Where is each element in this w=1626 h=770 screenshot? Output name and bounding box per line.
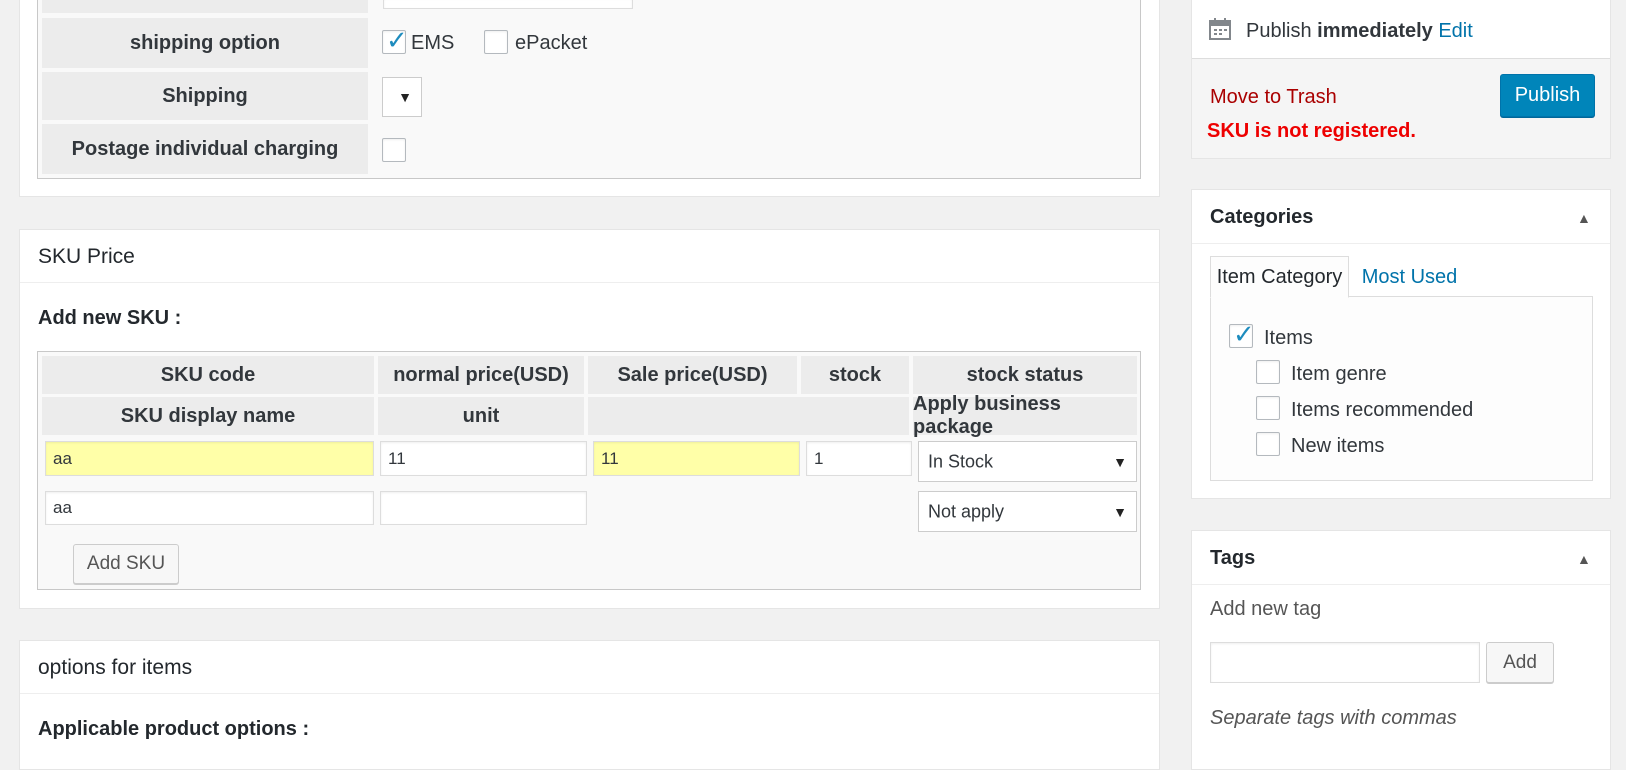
sale-price-input[interactable]: 11: [593, 441, 800, 476]
shipping-table: shipping option ✓ EMS ePacket Shipping ▼…: [37, 0, 1141, 179]
publish-status-text: Publish immediately Edit: [1246, 20, 1473, 43]
edit-publish-link[interactable]: Edit: [1438, 20, 1472, 42]
checkmark-icon: ✓: [386, 25, 408, 55]
tab-item-category[interactable]: Item Category: [1210, 256, 1349, 298]
postage-checkbox[interactable]: [382, 138, 406, 162]
chevron-down-icon: ▼: [1113, 503, 1127, 520]
collapse-arrow-icon[interactable]: ▲: [1577, 210, 1591, 226]
stock-input[interactable]: 1: [806, 441, 912, 476]
category-checkbox-items[interactable]: ✓: [1229, 319, 1255, 349]
sku-code-header: SKU code: [42, 356, 374, 394]
chevron-down-icon: ▼: [1113, 453, 1127, 470]
shipping-option-label: shipping option: [42, 18, 368, 68]
shipping-label: Shipping: [42, 72, 368, 120]
stock-status-header: stock status: [913, 356, 1137, 394]
chevron-down-icon: ▼: [398, 89, 412, 105]
ems-label: EMS: [411, 32, 455, 54]
move-to-trash-link[interactable]: Move to Trash: [1210, 86, 1337, 109]
unit-input[interactable]: [380, 491, 587, 525]
categories-title: Categories: [1210, 206, 1314, 228]
business-package-value: Not apply: [928, 501, 1005, 521]
unit-header: unit: [378, 397, 584, 435]
category-checkbox-items-recommended[interactable]: [1256, 396, 1280, 420]
shipping-top-input[interactable]: [383, 0, 633, 9]
sale-price-header: Sale price(USD): [588, 356, 797, 394]
sku-code-input[interactable]: aa: [45, 441, 374, 476]
sku-display-name-input[interactable]: aa: [45, 491, 374, 525]
category-label-item-genre: Item genre: [1291, 363, 1387, 385]
category-checkbox-new-items[interactable]: [1256, 432, 1280, 456]
normal-price-input[interactable]: 11: [380, 441, 587, 476]
divider: [20, 693, 1159, 694]
postage-label: Postage individual charging: [42, 124, 368, 174]
add-new-sku-label: Add new SKU :: [38, 307, 182, 329]
tags-hint: Separate tags with commas: [1210, 707, 1457, 729]
business-package-header: Apply business package: [913, 393, 1137, 438]
tags-title: Tags: [1210, 547, 1256, 569]
normal-price-header: normal price(USD): [378, 356, 584, 394]
add-new-tag-label: Add new tag: [1210, 598, 1322, 620]
divider: [20, 282, 1159, 283]
ems-checkbox[interactable]: ✓: [382, 25, 408, 55]
stock-status-value: In Stock: [928, 451, 994, 471]
divider: [1192, 584, 1610, 585]
epacket-checkbox[interactable]: [484, 30, 508, 54]
publish-label: Publish: [1246, 20, 1312, 42]
sku-panel-title: SKU Price: [38, 245, 135, 268]
add-tag-button[interactable]: Add: [1486, 642, 1554, 683]
stock-header: stock: [801, 356, 909, 394]
publish-when: immediately: [1317, 20, 1433, 42]
category-label-new-items: New items: [1291, 435, 1385, 457]
publish-button[interactable]: Publish: [1500, 74, 1595, 117]
collapse-arrow-icon[interactable]: ▲: [1577, 551, 1591, 567]
stock-status-select[interactable]: In Stock ▼: [918, 441, 1137, 482]
options-panel-title: options for items: [38, 656, 193, 679]
sku-table: SKU code normal price(USD) Sale price(US…: [37, 351, 1141, 590]
shipping-row-top: [42, 0, 368, 13]
category-checkbox-item-genre[interactable]: [1256, 360, 1280, 384]
applicable-options-label: Applicable product options :: [38, 718, 310, 740]
category-label-items: Items: [1264, 327, 1313, 349]
calendar-icon: [1208, 17, 1232, 41]
divider: [1192, 243, 1610, 244]
checkmark-icon: ✓: [1233, 319, 1255, 349]
shipping-select[interactable]: ▼: [382, 77, 422, 117]
business-package-select[interactable]: Not apply ▼: [918, 491, 1137, 532]
epacket-label: ePacket: [515, 32, 588, 54]
sku-error-message: SKU is not registered.: [1207, 120, 1416, 142]
add-sku-button[interactable]: Add SKU: [73, 544, 179, 584]
tag-input[interactable]: [1210, 642, 1480, 683]
sku-display-name-header: SKU display name: [42, 397, 374, 435]
tab-most-used[interactable]: Most Used: [1357, 256, 1462, 298]
empty-header: [588, 397, 909, 435]
category-label-items-recommended: Items recommended: [1291, 399, 1474, 421]
